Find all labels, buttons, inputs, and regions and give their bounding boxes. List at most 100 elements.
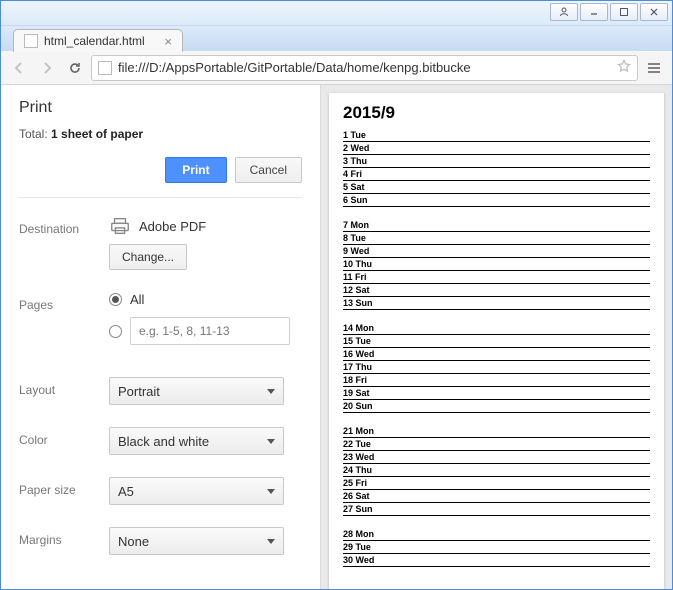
calendar-title: 2015/9	[343, 103, 650, 123]
window-maximize-button[interactable]	[610, 3, 638, 21]
calendar-day-line: 26 Sat	[343, 490, 650, 503]
chevron-down-icon	[267, 489, 275, 494]
calendar-day-line: 10 Thu	[343, 258, 650, 271]
color-value: Black and white	[118, 434, 209, 449]
calendar-day-line: 30 Wed	[343, 554, 650, 567]
reload-button[interactable]	[63, 56, 87, 80]
chevron-down-icon	[267, 439, 275, 444]
color-row: Color Black and white	[19, 427, 302, 455]
calendar-day-line: 17 Thu	[343, 361, 650, 374]
chrome-menu-button[interactable]	[642, 56, 666, 80]
print-preview-area[interactable]: 2015/9 1 Tue2 Wed3 Thu4 Fri5 Sat6 Sun 7 M…	[321, 85, 672, 589]
pages-custom-input[interactable]	[130, 317, 290, 345]
tab-strip: html_calendar.html ×	[1, 26, 672, 51]
calendar-day-line: 16 Wed	[343, 348, 650, 361]
browser-toolbar: file:///D:/AppsPortable/GitPortable/Data…	[1, 51, 672, 85]
calendar-day-line: 18 Fri	[343, 374, 650, 387]
calendar-day-line: 8 Tue	[343, 232, 650, 245]
calendar-day-line: 22 Tue	[343, 438, 650, 451]
calendar-day-line: 4 Fri	[343, 168, 650, 181]
preview-page: 2015/9 1 Tue2 Wed3 Thu4 Fri5 Sat6 Sun 7 M…	[329, 93, 664, 589]
pages-all-radio[interactable]: All	[109, 292, 302, 307]
destination-row: Destination Adobe PDF Change...	[19, 216, 302, 270]
calendar-day-line: 1 Tue	[343, 129, 650, 142]
layout-value: Portrait	[118, 384, 160, 399]
bookmark-star-icon[interactable]	[617, 59, 631, 76]
paper-label: Paper size	[19, 477, 109, 497]
calendar-day-line: 19 Sat	[343, 387, 650, 400]
calendar-day-line: 24 Thu	[343, 464, 650, 477]
calendar-day-line: 14 Mon	[343, 322, 650, 335]
total-bold: 1 sheet of paper	[51, 127, 143, 141]
margins-row: Margins None	[19, 527, 302, 555]
tab-close-icon[interactable]: ×	[162, 34, 174, 49]
pages-row: Pages All	[19, 292, 302, 355]
destination-value: Adobe PDF	[109, 216, 302, 236]
calendar-day-line: 25 Fri	[343, 477, 650, 490]
paper-value: A5	[118, 484, 134, 499]
margins-label: Margins	[19, 527, 109, 547]
color-select[interactable]: Black and white	[109, 427, 284, 455]
destination-name: Adobe PDF	[139, 219, 206, 234]
calendar-day-line: 15 Tue	[343, 335, 650, 348]
calendar-day-line: 2 Wed	[343, 142, 650, 155]
destination-label: Destination	[19, 216, 109, 236]
calendar-day-line: 23 Wed	[343, 451, 650, 464]
window-titlebar	[1, 1, 672, 26]
calendar-week: 21 Mon22 Tue23 Wed24 Thu25 Fri26 Sat27 S…	[343, 425, 650, 516]
calendar-day-line: 20 Sun	[343, 400, 650, 413]
forward-button[interactable]	[35, 56, 59, 80]
calendar-day-line: 29 Tue	[343, 541, 650, 554]
calendar-day-line: 7 Mon	[343, 219, 650, 232]
url-text: file:///D:/AppsPortable/GitPortable/Data…	[118, 60, 471, 75]
layout-select[interactable]: Portrait	[109, 377, 284, 405]
window-user-icon[interactable]	[550, 3, 578, 21]
layout-row: Layout Portrait	[19, 377, 302, 405]
paper-row: Paper size A5	[19, 477, 302, 505]
calendar-day-line: 13 Sun	[343, 297, 650, 310]
tab-title: html_calendar.html	[44, 34, 145, 48]
calendar-body: 1 Tue2 Wed3 Thu4 Fri5 Sat6 Sun 7 Mon8 Tue…	[343, 129, 650, 567]
radio-unchecked-icon	[109, 325, 122, 338]
print-button-row: Print Cancel	[19, 157, 302, 198]
window-minimize-button[interactable]	[580, 3, 608, 21]
calendar-day-line: 27 Sun	[343, 503, 650, 516]
paper-select[interactable]: A5	[109, 477, 284, 505]
print-dialog: Print Total: 1 sheet of paper Print Canc…	[1, 85, 321, 589]
margins-value: None	[118, 534, 149, 549]
calendar-day-line: 5 Sat	[343, 181, 650, 194]
calendar-day-line: 11 Fri	[343, 271, 650, 284]
change-destination-button[interactable]: Change...	[109, 244, 187, 270]
calendar-day-line: 9 Wed	[343, 245, 650, 258]
calendar-day-line: 21 Mon	[343, 425, 650, 438]
back-button[interactable]	[7, 56, 31, 80]
pages-label: Pages	[19, 292, 109, 312]
pages-all-text: All	[130, 292, 144, 307]
print-total: Total: 1 sheet of paper	[19, 127, 302, 141]
window-close-button[interactable]	[640, 3, 668, 21]
color-label: Color	[19, 427, 109, 447]
file-icon	[98, 61, 112, 75]
pages-custom-radio[interactable]	[109, 317, 302, 345]
radio-checked-icon	[109, 293, 122, 306]
calendar-day-line: 3 Thu	[343, 155, 650, 168]
margins-select[interactable]: None	[109, 527, 284, 555]
calendar-day-line: 28 Mon	[343, 528, 650, 541]
print-button[interactable]: Print	[165, 157, 226, 183]
content-area: Print Total: 1 sheet of paper Print Canc…	[1, 85, 672, 589]
calendar-day-line: 12 Sat	[343, 284, 650, 297]
calendar-week: 1 Tue2 Wed3 Thu4 Fri5 Sat6 Sun	[343, 129, 650, 207]
address-bar[interactable]: file:///D:/AppsPortable/GitPortable/Data…	[91, 55, 638, 81]
calendar-week: 28 Mon29 Tue30 Wed	[343, 528, 650, 567]
print-heading: Print	[19, 99, 302, 117]
browser-window: html_calendar.html × file:///D:/AppsPort…	[0, 0, 673, 590]
calendar-week: 7 Mon8 Tue9 Wed10 Thu11 Fri12 Sat13 Sun	[343, 219, 650, 310]
printer-icon	[109, 216, 131, 236]
tab-favicon-icon	[24, 34, 38, 48]
cancel-button[interactable]: Cancel	[235, 157, 302, 183]
calendar-day-line: 6 Sun	[343, 194, 650, 207]
total-prefix: Total:	[19, 127, 51, 141]
layout-label: Layout	[19, 377, 109, 397]
chevron-down-icon	[267, 539, 275, 544]
tab-active[interactable]: html_calendar.html ×	[13, 29, 183, 52]
